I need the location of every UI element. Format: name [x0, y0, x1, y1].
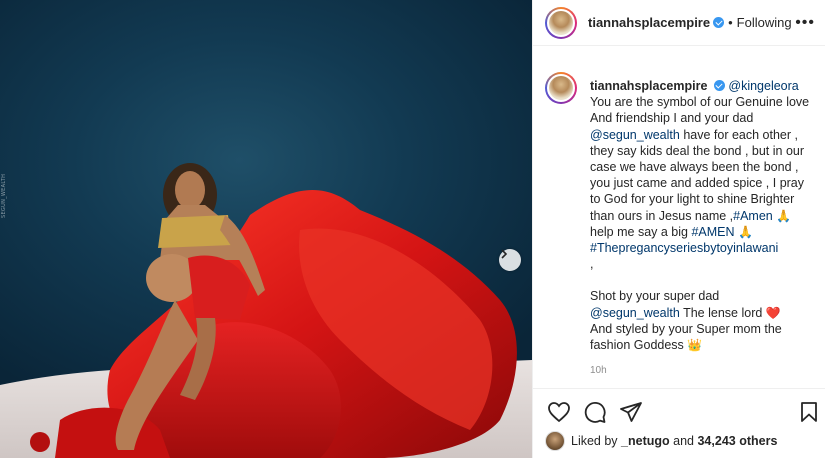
next-photo-button[interactable]	[499, 249, 521, 271]
post-sidebar: tiannahsplacempire • Following ••• tiann…	[532, 0, 825, 458]
author-avatar[interactable]	[545, 6, 577, 39]
caption-text: You are the symbol of our Genuine love A…	[590, 95, 810, 126]
caption-shot-by: Shot by your super dad	[590, 289, 720, 304]
likes-count[interactable]: 34,243 others	[697, 434, 777, 448]
liked-by-label: Liked by	[571, 434, 618, 448]
separator-dot: •	[728, 15, 733, 30]
mention-segun-wealth[interactable]: @segun_wealth	[590, 306, 680, 320]
post-timestamp[interactable]: 10h	[590, 363, 810, 379]
post-header: tiannahsplacempire • Following •••	[533, 0, 825, 46]
hashtag-amen-caps[interactable]: #AMEN	[691, 225, 734, 239]
caption-text: ,	[590, 257, 594, 272]
mention-segun-wealth[interactable]: @segun_wealth	[590, 128, 680, 142]
heart-icon[interactable]	[547, 401, 571, 423]
pray-emoji-icon: 🙏	[738, 224, 753, 239]
author-username[interactable]: tiannahsplacempire	[588, 15, 710, 30]
caption-text: help me say a big	[590, 224, 692, 239]
post-photo[interactable]: SEGUN_WEALTH	[0, 0, 532, 458]
likes-joiner: and	[673, 434, 694, 448]
photo-illustration	[0, 163, 532, 458]
paper-plane-icon[interactable]	[619, 401, 643, 423]
comment-icon[interactable]	[583, 401, 607, 423]
caption-username[interactable]: tiannahsplacempire	[590, 79, 707, 93]
following-button[interactable]: Following	[737, 15, 792, 30]
verified-badge-icon	[713, 17, 725, 28]
more-options-icon[interactable]: •••	[795, 14, 815, 31]
liker-username[interactable]: _netugo	[621, 434, 670, 448]
hashtag-amen[interactable]: #Amen	[733, 209, 773, 223]
hashtag-pregnancy-series[interactable]: #Thepregancyseriesbytoyinlawani	[590, 241, 778, 255]
heart-emoji-icon: ❤️	[765, 305, 781, 320]
caption-text: The lense lord	[679, 305, 766, 320]
caption-author-avatar[interactable]	[545, 72, 577, 104]
caption-verified-badge-icon	[713, 80, 725, 91]
bookmark-icon[interactable]	[799, 401, 819, 423]
likes-summary: Liked by _netugo and 34,243 others	[545, 431, 777, 451]
caption-styled-by: And styled by your Super mom the fashion…	[590, 321, 782, 353]
crown-emoji-icon: 👑	[687, 338, 703, 353]
mention-kingeleora[interactable]: @kingeleora	[728, 79, 798, 93]
chevron-right-icon	[501, 249, 508, 259]
liker-avatar[interactable]	[545, 431, 565, 451]
post-caption: tiannahsplacempire @kingeleora You are t…	[590, 78, 810, 387]
photo-watermark: SEGUN_WEALTH	[1, 173, 7, 218]
pray-emoji-icon: 🙏	[776, 208, 792, 223]
comments-section: tiannahsplacempire @kingeleora You are t…	[545, 60, 817, 387]
